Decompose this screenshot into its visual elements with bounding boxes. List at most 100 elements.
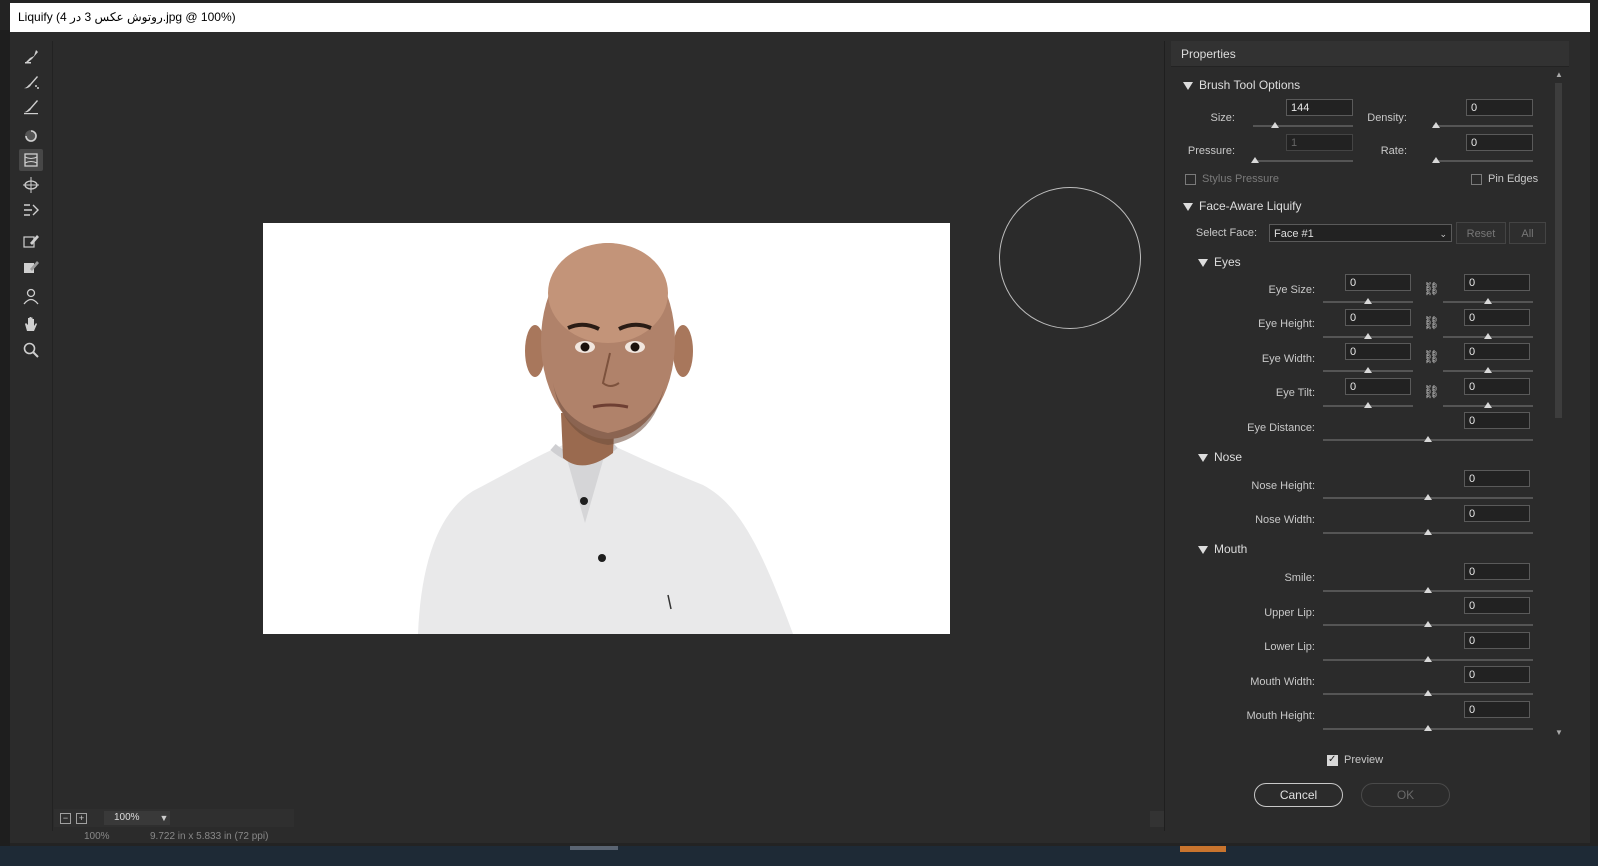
eye-size-right-field[interactable]: 0 [1464, 274, 1530, 291]
chevron-down-icon[interactable]: ▼ [157, 811, 171, 825]
mouth-title: Mouth [1214, 542, 1248, 556]
mouth-width-field[interactable]: 0 [1464, 666, 1530, 683]
face-tool-icon[interactable] [19, 285, 43, 307]
density-slider-thumb[interactable] [1432, 122, 1440, 128]
rate-slider-thumb[interactable] [1432, 157, 1440, 163]
slider-thumb[interactable] [1364, 298, 1372, 304]
canvas-area[interactable]: − + 100% ▼ [54, 41, 1165, 831]
nose-header[interactable]: Nose [1198, 450, 1242, 464]
eyes-header[interactable]: Eyes [1198, 255, 1241, 269]
slider-thumb[interactable] [1364, 402, 1372, 408]
taskbar [0, 846, 1598, 866]
slider-thumb[interactable] [1364, 367, 1372, 373]
reconstruct-tool-icon[interactable] [19, 71, 43, 93]
zoom-tool-icon[interactable] [19, 339, 43, 361]
pin-edges-checkbox[interactable] [1471, 174, 1482, 185]
stylus-pressure-checkbox[interactable] [1185, 174, 1196, 185]
slider-thumb[interactable] [1484, 333, 1492, 339]
eye-height-right-field[interactable]: 0 [1464, 309, 1530, 326]
select-face-label: Select Face: [1195, 227, 1257, 239]
bloat-tool-icon[interactable] [19, 174, 43, 196]
reset-button[interactable]: Reset [1456, 222, 1506, 244]
preview-checkbox[interactable] [1327, 754, 1338, 766]
preview-label: Preview [1344, 754, 1384, 766]
nose-width-field[interactable]: 0 [1464, 505, 1530, 522]
eye-height-left-field[interactable]: 0 [1345, 309, 1411, 326]
slider-thumb[interactable] [1364, 333, 1372, 339]
thaw-mask-tool-icon[interactable] [19, 255, 43, 277]
rate-label: Rate: [1380, 145, 1407, 157]
face-aware-title: Face-Aware Liquify [1199, 199, 1302, 213]
link-icon[interactable]: ⛓ [1423, 349, 1440, 365]
slider-thumb[interactable] [1424, 621, 1432, 627]
lower-lip-field[interactable]: 0 [1464, 632, 1530, 649]
ok-button[interactable]: OK [1361, 783, 1450, 807]
slider-thumb[interactable] [1484, 367, 1492, 373]
smooth-tool-icon[interactable] [19, 95, 43, 117]
scroll-up-icon[interactable]: ▲ [1553, 69, 1565, 81]
rate-field[interactable]: 0 [1466, 134, 1533, 151]
zoom-in-button[interactable]: + [76, 813, 87, 824]
slider-thumb[interactable] [1424, 436, 1432, 442]
slider-thumb[interactable] [1424, 656, 1432, 662]
eye-distance-field[interactable]: 0 [1464, 412, 1530, 429]
scroll-down-icon[interactable]: ▼ [1553, 727, 1565, 739]
brush-options-header[interactable]: Brush Tool Options [1183, 78, 1300, 92]
collapse-triangle-icon [1183, 81, 1193, 90]
eye-size-left-field[interactable]: 0 [1345, 274, 1411, 291]
slider-thumb[interactable] [1424, 690, 1432, 696]
size-slider[interactable] [1253, 125, 1353, 127]
twirl-tool-icon[interactable] [19, 125, 43, 147]
link-icon[interactable]: ⛓ [1423, 281, 1440, 297]
eye-tilt-left-field[interactable]: 0 [1345, 378, 1411, 395]
slider-thumb[interactable] [1484, 402, 1492, 408]
density-label: Density: [1367, 112, 1407, 124]
status-zoom: 100% [84, 831, 110, 842]
cancel-button[interactable]: Cancel [1254, 783, 1343, 807]
link-icon[interactable]: ⛓ [1423, 384, 1440, 400]
slider-thumb[interactable] [1424, 725, 1432, 731]
hand-tool-icon[interactable] [19, 313, 43, 335]
rate-slider[interactable] [1433, 160, 1533, 162]
size-field[interactable]: 144 [1286, 99, 1353, 116]
slider-thumb[interactable] [1424, 529, 1432, 535]
pucker-tool-icon[interactable] [19, 149, 43, 171]
mouth-height-field[interactable]: 0 [1464, 701, 1530, 718]
brush-cursor-circle [999, 187, 1141, 329]
density-slider[interactable] [1433, 125, 1533, 127]
pressure-slider[interactable] [1253, 160, 1353, 162]
tool-bar [10, 41, 53, 831]
select-face-dropdown[interactable]: Face #1 ⌄ [1269, 224, 1452, 242]
pressure-slider-thumb[interactable] [1251, 157, 1259, 163]
eye-tilt-right-field[interactable]: 0 [1464, 378, 1530, 395]
zoom-out-button[interactable]: − [60, 813, 71, 824]
collapse-triangle-icon [1198, 453, 1208, 462]
eyes-title: Eyes [1214, 255, 1241, 269]
upper-lip-field[interactable]: 0 [1464, 597, 1530, 614]
chevron-down-icon: ⌄ [1439, 229, 1447, 239]
eye-width-left-field[interactable]: 0 [1345, 343, 1411, 360]
taskbar-item[interactable] [570, 846, 618, 850]
taskbar-item-active[interactable] [1180, 846, 1226, 852]
density-field[interactable]: 0 [1466, 99, 1533, 116]
all-button[interactable]: All [1509, 222, 1546, 244]
slider-thumb[interactable] [1424, 587, 1432, 593]
photo-portrait[interactable] [263, 223, 950, 634]
mouth-header[interactable]: Mouth [1198, 542, 1247, 556]
face-aware-header[interactable]: Face-Aware Liquify [1183, 199, 1302, 213]
forward-warp-tool-icon[interactable] [19, 45, 43, 67]
nose-height-field[interactable]: 0 [1464, 470, 1530, 487]
stylus-pressure-label: Stylus Pressure [1202, 173, 1280, 185]
size-slider-thumb[interactable] [1271, 122, 1279, 128]
pressure-field[interactable]: 1 [1286, 134, 1353, 151]
push-left-tool-icon[interactable] [19, 199, 43, 221]
link-icon[interactable]: ⛓ [1423, 315, 1440, 331]
slider-thumb[interactable] [1484, 298, 1492, 304]
scroll-thumb[interactable] [1555, 83, 1562, 418]
eye-width-right-field[interactable]: 0 [1464, 343, 1530, 360]
nose-title: Nose [1214, 450, 1243, 464]
freeze-mask-tool-icon[interactable] [19, 229, 43, 251]
panel-scrollbar[interactable]: ▲ ▼ [1553, 69, 1565, 739]
slider-thumb[interactable] [1424, 494, 1432, 500]
smile-field[interactable]: 0 [1464, 563, 1530, 580]
